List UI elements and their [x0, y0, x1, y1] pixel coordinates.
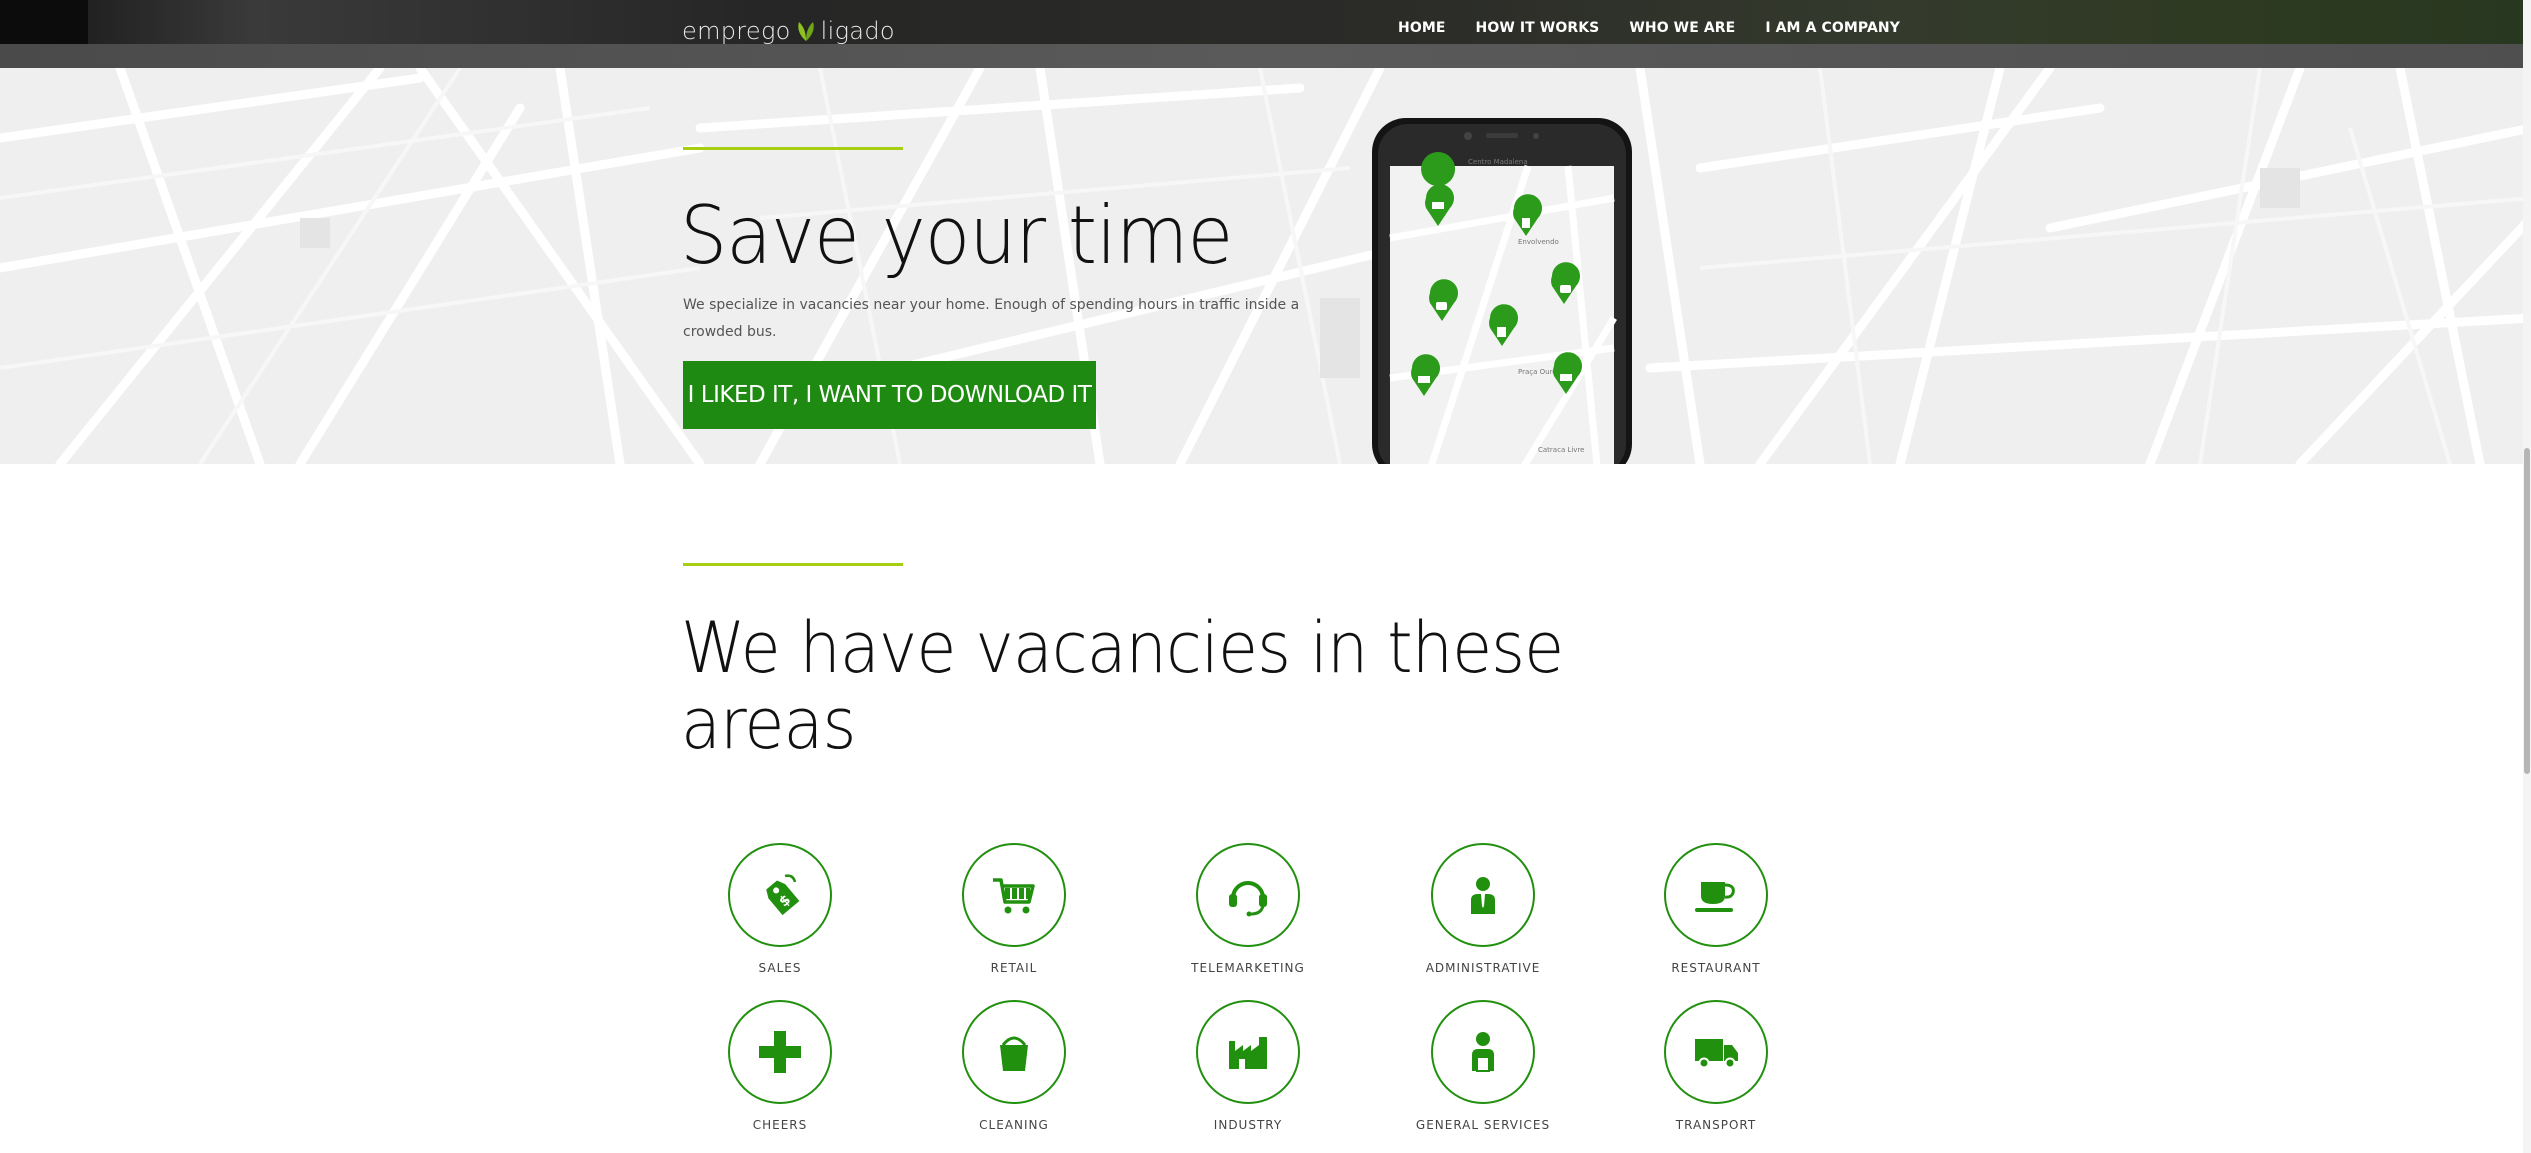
- logo-text-right: ligado: [820, 17, 895, 45]
- headset-icon: [1229, 881, 1267, 917]
- area-administrative[interactable]: ADMINISTRATIVE: [1398, 843, 1568, 975]
- coffee-cup-icon: [1695, 882, 1735, 912]
- leaf-logo-icon: [797, 22, 814, 41]
- health-cross-icon: [759, 1031, 801, 1073]
- area-label: CLEANING: [979, 1118, 1049, 1132]
- svg-text:Envolvendo: Envolvendo: [1518, 238, 1559, 246]
- hero-section: Save your time We specialize in vacancie…: [0, 68, 2531, 464]
- businessman-icon: [1471, 877, 1495, 914]
- hero-description: We specialize in vacancies near your hom…: [683, 297, 1300, 340]
- top-navbar: emprego ligado HOME HOW IT WORKS WHO WE …: [0, 0, 2531, 68]
- nav-i-am-a-company[interactable]: I AM A COMPANY: [1765, 20, 1900, 36]
- area-cleaning[interactable]: CLEANING: [929, 1000, 1099, 1132]
- vacancies-title: We have vacancies in these areas: [681, 607, 1564, 765]
- area-label: INDUSTRY: [1213, 1118, 1283, 1132]
- area-restaurant[interactable]: RESTAURANT: [1631, 843, 1801, 975]
- area-telemarketing[interactable]: TELEMARKETING: [1163, 843, 1333, 975]
- area-sales[interactable]: $ SALES: [695, 843, 865, 975]
- area-cheers[interactable]: CHEERS: [695, 1000, 865, 1132]
- logo-text-left: emprego: [682, 17, 791, 45]
- phone-mockup-image: Envolvendo Praça Ouro Fino Catraca Livre…: [1372, 118, 1632, 464]
- nav-how-it-works[interactable]: HOW IT WORKS: [1476, 20, 1600, 36]
- bucket-icon: [1000, 1036, 1028, 1071]
- area-label: RETAIL: [990, 961, 1038, 975]
- area-label: TRANSPORT: [1675, 1118, 1757, 1132]
- factory-icon: [1229, 1037, 1267, 1069]
- area-label: ADMINISTRATIVE: [1425, 961, 1541, 975]
- area-label: CHEERS: [752, 1118, 808, 1132]
- download-button[interactable]: I LIKED IT, I WANT TO DOWNLOAD IT: [683, 361, 1096, 429]
- area-transport[interactable]: TRANSPORT: [1631, 1000, 1801, 1132]
- area-label: TELEMARKETING: [1191, 961, 1305, 975]
- section-accent-line: [683, 563, 903, 566]
- area-general-services[interactable]: GENERAL SERVICES: [1398, 1000, 1568, 1132]
- area-label: RESTAURANT: [1671, 961, 1761, 975]
- nav-who-we-are[interactable]: WHO WE ARE: [1629, 20, 1735, 36]
- hero-accent-line: [683, 147, 903, 150]
- hero-title: Save your time: [680, 189, 1233, 282]
- worker-icon: [1472, 1032, 1494, 1072]
- area-label: GENERAL SERVICES: [1415, 1118, 1551, 1132]
- area-industry[interactable]: INDUSTRY: [1163, 1000, 1333, 1132]
- page-scrollbar[interactable]: [2523, 0, 2531, 1153]
- logo[interactable]: emprego ligado: [682, 14, 895, 48]
- price-tag-icon: $: [766, 874, 800, 916]
- scrollbar-thumb[interactable]: [2524, 448, 2530, 774]
- svg-text:Centro Madalena: Centro Madalena: [1468, 158, 1528, 166]
- map-background: [0, 68, 2531, 464]
- nav-home[interactable]: HOME: [1398, 20, 1446, 36]
- shopping-cart-icon: [993, 878, 1035, 914]
- area-retail[interactable]: RETAIL: [929, 843, 1099, 975]
- svg-text:Catraca Livre: Catraca Livre: [1538, 446, 1584, 454]
- area-label: SALES: [758, 961, 802, 975]
- truck-icon: [1695, 1039, 1738, 1069]
- main-nav: HOME HOW IT WORKS WHO WE ARE I AM A COMP…: [1398, 20, 1900, 36]
